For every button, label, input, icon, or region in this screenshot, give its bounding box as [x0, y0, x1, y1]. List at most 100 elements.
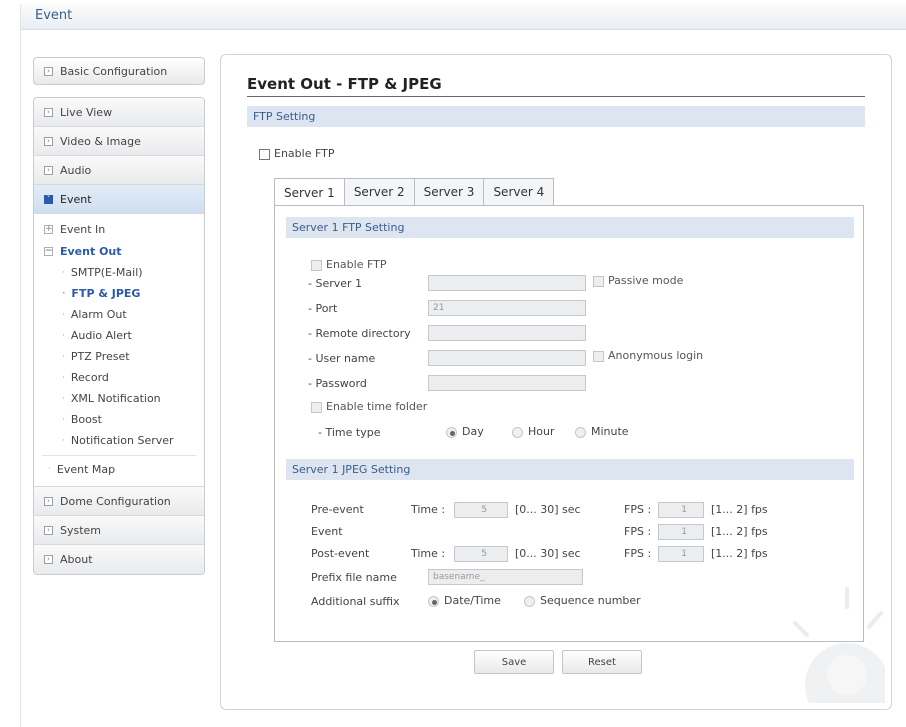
bullet-icon: · — [62, 267, 65, 278]
submenu-item-alarm-out[interactable]: · Alarm Out — [34, 304, 204, 325]
sidebar-item-label: System — [60, 523, 102, 537]
enable-time-folder[interactable]: Enable time folder — [311, 400, 427, 413]
sidebar-item-about[interactable]: › About — [34, 545, 204, 574]
passive-mode-checkbox[interactable] — [593, 275, 604, 287]
page-title: Event Out - FTP & JPEG — [247, 75, 442, 93]
time-type-label: - Time type — [318, 426, 381, 439]
anonymous-login[interactable]: Anonymous login — [593, 349, 703, 362]
port-input[interactable]: 21 — [428, 300, 586, 316]
submenu-item-ptz-preset[interactable]: · PTZ Preset — [34, 346, 204, 367]
submenu-item-record[interactable]: · Record — [34, 367, 204, 388]
submenu-label: Event In — [60, 222, 106, 236]
sidebar-item-system[interactable]: › System — [34, 516, 204, 545]
submenu-event-out[interactable]: − Event Out — [34, 240, 204, 262]
time-type-minute-radio[interactable] — [575, 426, 586, 438]
passive-mode-label: Passive mode — [608, 274, 684, 287]
event-label: Event — [311, 525, 343, 538]
suffix-sequence-number[interactable]: Sequence number — [524, 594, 641, 607]
suffix-date-time[interactable]: Date/Time — [428, 594, 501, 607]
sidebar-item-label: Live View — [60, 105, 113, 119]
post-event-fps-label: FPS : — [624, 547, 652, 560]
collapse-icon: ˅ — [44, 194, 53, 204]
plus-icon: + — [44, 223, 53, 234]
user-name-input[interactable] — [428, 350, 586, 366]
additional-suffix-label: Additional suffix — [311, 595, 400, 608]
server-enable-ftp-checkbox[interactable] — [311, 259, 322, 271]
save-button[interactable]: Save — [474, 650, 554, 674]
tab-server-1[interactable]: Server 1 — [274, 178, 345, 206]
anonymous-login-checkbox[interactable] — [593, 350, 604, 362]
password-input[interactable] — [428, 375, 586, 391]
expand-icon: › — [44, 555, 53, 564]
submenu-item-label: Boost — [70, 413, 102, 426]
server-enable-ftp[interactable]: Enable FTP — [311, 258, 386, 271]
pre-event-time-input[interactable]: 5 — [454, 502, 508, 518]
post-event-time-range: [0... 30] sec — [515, 547, 581, 560]
bullet-icon: · — [62, 435, 65, 446]
event-submenu: + Event In − Event Out · SMTP(E-Mail) · FT… — [34, 214, 204, 487]
submenu-item-boost[interactable]: · Boost — [34, 409, 204, 430]
bullet-icon: · — [62, 372, 65, 383]
time-type-hour-radio[interactable] — [512, 426, 523, 438]
submenu-item-xml-notification[interactable]: · XML Notification — [34, 388, 204, 409]
sidebar-item-live-view[interactable]: › Live View — [34, 98, 204, 127]
submenu-item-notification-server[interactable]: · Notification Server — [34, 430, 204, 451]
post-event-label: Post-event — [311, 547, 370, 560]
sidebar-item-dome-configuration[interactable]: › Dome Configuration — [34, 487, 204, 516]
sidebar-item-label: Dome Configuration — [60, 494, 171, 508]
radio-label: Minute — [591, 425, 629, 438]
enable-ftp-global[interactable]: Enable FTP — [259, 147, 334, 160]
server-ftp-setting-header: Server 1 FTP Setting — [286, 217, 854, 238]
radio-label: Date/Time — [444, 594, 501, 607]
sidebar-group-main: › Live View › Video & Image › Audio ˅ Ev… — [33, 97, 205, 575]
sidebar-item-event[interactable]: ˅ Event — [34, 185, 204, 214]
submenu-event-map[interactable]: · Event Map — [34, 458, 204, 480]
post-event-time-input[interactable]: 5 — [454, 546, 508, 562]
tab-server-3[interactable]: Server 3 — [413, 178, 485, 205]
remote-directory-input[interactable] — [428, 325, 586, 341]
password-label: - Password — [308, 377, 367, 390]
bullet-icon: · — [62, 288, 66, 299]
window-title: Event — [35, 8, 73, 23]
bullet-icon: · — [48, 464, 51, 474]
passive-mode[interactable]: Passive mode — [593, 274, 683, 287]
time-type-day-radio[interactable] — [446, 426, 457, 438]
server-address-input[interactable] — [428, 275, 586, 291]
post-event-fps-input[interactable]: 1 — [658, 546, 704, 562]
sidebar: › Basic Configuration › Live View › Vide… — [33, 57, 205, 575]
submenu-label: Event Map — [56, 462, 116, 476]
enable-ftp-checkbox[interactable] — [259, 148, 270, 160]
submenu-label: Event Out — [60, 244, 122, 258]
tab-server-2[interactable]: Server 2 — [343, 178, 415, 205]
radio-label: Day — [462, 425, 484, 438]
enable-time-folder-checkbox[interactable] — [311, 401, 322, 413]
window-title-bar: Event — [20, 4, 906, 30]
prefix-file-name-input[interactable]: basename_ — [428, 569, 583, 585]
sidebar-item-label: Event — [60, 192, 92, 206]
sidebar-item-video-image[interactable]: › Video & Image — [34, 127, 204, 156]
reset-button[interactable]: Reset — [562, 650, 642, 674]
sidebar-item-audio[interactable]: › Audio — [34, 156, 204, 185]
submenu-item-label: FTP & JPEG — [71, 287, 141, 300]
expand-icon: › — [44, 107, 53, 117]
submenu-item-smtp[interactable]: · SMTP(E-Mail) — [34, 262, 204, 283]
suffix-date-time-radio[interactable] — [428, 595, 439, 607]
time-type-hour[interactable]: Hour — [512, 425, 555, 438]
sidebar-item-basic-configuration[interactable]: › Basic Configuration — [33, 57, 205, 85]
tab-server-4[interactable]: Server 4 — [483, 178, 555, 205]
server-tabs: Server 1 Server 2 Server 3 Server 4 — [274, 178, 555, 206]
pre-event-fps-input[interactable]: 1 — [658, 502, 704, 518]
submenu-item-audio-alert[interactable]: · Audio Alert — [34, 325, 204, 346]
submenu-item-label: Notification Server — [70, 434, 174, 447]
suffix-sequence-number-radio[interactable] — [524, 595, 535, 607]
time-type-minute[interactable]: Minute — [575, 425, 629, 438]
pre-event-time-range: [0... 30] sec — [515, 503, 581, 516]
submenu-item-ftp-jpeg[interactable]: · FTP & JPEG — [34, 283, 204, 304]
submenu-event-in[interactable]: + Event In — [34, 218, 204, 240]
decorative-watermark-icon — [793, 587, 885, 703]
server-jpeg-setting-header: Server 1 JPEG Setting — [286, 459, 854, 480]
submenu-item-label: Audio Alert — [70, 329, 132, 342]
radio-label: Hour — [528, 425, 555, 438]
time-type-day[interactable]: Day — [446, 425, 484, 438]
event-fps-input[interactable]: 1 — [658, 524, 704, 540]
